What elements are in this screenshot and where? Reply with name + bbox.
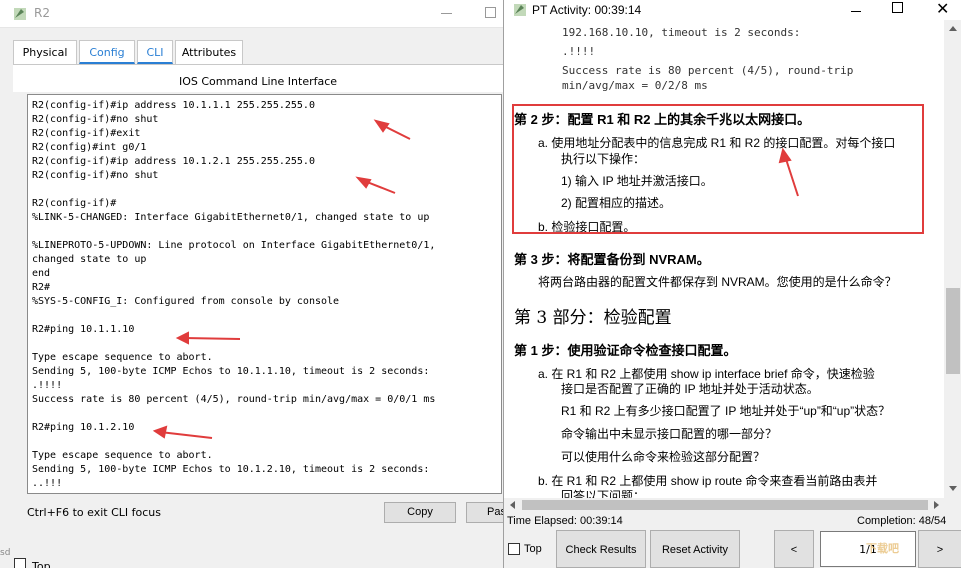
cli-line: R2(config-if)#ip address 10.1.2.1 255.25…	[32, 156, 315, 167]
cli-focus-hint: Ctrl+F6 to exit CLI focus	[27, 506, 162, 519]
tab-cli[interactable]: CLI	[137, 40, 173, 64]
scroll-thumb[interactable]	[946, 288, 960, 374]
cli-line: R2#ping 10.1.1.10	[32, 324, 135, 335]
cli-line: R2#ping 10.1.2.10	[32, 422, 135, 433]
cli-line: R2(config)#int g0/1	[32, 142, 147, 153]
cli-line: %LINK-5-CHANGED: Interface GigabitEthern…	[32, 212, 430, 223]
step3-heading: 第 3 步：将配置备份到 NVRAM。	[514, 252, 710, 267]
part3-item-a-cont: 接口是否配置了正确的 IP 地址并处于活动状态。	[561, 382, 819, 396]
check-results-button[interactable]: Check Results	[556, 530, 646, 568]
minimize-icon[interactable]	[851, 11, 861, 12]
cli-line: Sending 5, 100-byte ICMP Echos to 10.1.1…	[32, 366, 430, 377]
r2-tab-bar: Physical Config CLI Attributes	[13, 40, 503, 64]
watermark: 下载吧	[866, 542, 899, 555]
cli-line: changed state to up	[32, 254, 147, 265]
desktop: R2 Physical Config CLI Attributes IOS Co…	[0, 0, 961, 568]
top-checkbox[interactable]	[508, 543, 520, 555]
part3-question-2: 命令输出中未显示接口配置的哪一部分？	[561, 427, 778, 441]
cli-line: R2(config-if)#	[32, 198, 117, 209]
cli-line	[32, 183, 435, 197]
pt-window-title: PT Activity: 00:39:14	[532, 3, 642, 17]
cli-line: R2(config-if)#no shut	[32, 114, 159, 125]
reset-activity-button[interactable]: Reset Activity	[650, 530, 740, 568]
minimize-icon[interactable]	[441, 13, 452, 14]
cli-terminal[interactable]: R2(config-if)#ip address 10.1.1.1 255.25…	[27, 94, 502, 494]
top-checkbox-label: Top	[32, 560, 51, 568]
step3-body: 将两台路由器的配置文件都保存到 NVRAM。您使用的是什么命令？	[538, 275, 897, 289]
cli-line: Type escape sequence to abort.	[32, 352, 213, 363]
part3-step1-heading: 第 1 步：使用验证命令检查接口配置。	[514, 343, 737, 358]
packet-tracer-icon	[514, 4, 526, 16]
tab-config[interactable]: Config	[79, 40, 135, 64]
edge-text: sd	[0, 548, 11, 558]
part3-question-1: R1 和 R2 上有多少接口配置了 IP 地址并处于“up”和“up”状态？	[561, 404, 891, 418]
completion-status: Completion: 48/54	[857, 515, 947, 527]
part3-question-3: 可以使用什么命令来检验这部分配置？	[561, 450, 766, 464]
cli-line	[32, 337, 435, 351]
part3-item-b-cont: 回答以下问题：	[561, 489, 646, 498]
previous-page-button[interactable]: <	[774, 530, 814, 568]
scroll-up-icon[interactable]	[949, 26, 957, 31]
part3-heading: 第 3 部分：检验配置	[514, 308, 672, 328]
time-elapsed: Time Elapsed: 00:39:14	[507, 515, 623, 527]
tab-physical[interactable]: Physical	[13, 40, 77, 64]
cli-line: Type escape sequence to abort.	[32, 450, 213, 461]
highlight-box	[512, 104, 924, 234]
close-icon[interactable]: ✕	[936, 0, 949, 18]
cli-output: R2(config-if)#ip address 10.1.1.1 255.25…	[32, 99, 435, 491]
r2-title-bar[interactable]: R2	[0, 0, 505, 28]
maximize-icon[interactable]	[485, 7, 496, 18]
scroll-down-icon[interactable]	[949, 486, 957, 491]
paste-button[interactable]: Paste	[466, 502, 506, 523]
scroll-left-icon[interactable]	[510, 501, 515, 509]
status-bar: Time Elapsed: 00:39:14 Completion: 48/54	[504, 512, 961, 530]
next-page-button[interactable]: >	[918, 530, 961, 568]
instructions-pane[interactable]: 192.168.10.10, timeout is 2 seconds: .!!…	[504, 20, 944, 498]
pt-title-bar[interactable]: PT Activity: 00:39:14 ✕	[504, 0, 961, 20]
cli-line: Success rate is 80 percent (4/5), round-…	[32, 394, 436, 405]
cli-line	[32, 435, 435, 449]
top-checkbox[interactable]	[14, 558, 26, 568]
cli-line: Sending 5, 100-byte ICMP Echos to 10.1.2…	[32, 464, 430, 475]
router-icon	[14, 8, 26, 20]
output-line: min/avg/max = 0/2/8 ms	[562, 79, 708, 92]
output-line: Success rate is 80 percent (4/5), round-…	[562, 64, 854, 77]
cli-line: .!!!!	[32, 380, 63, 391]
cli-line	[32, 309, 435, 323]
cli-line: %LINEPROTO-5-UPDOWN: Line protocol on In…	[32, 240, 436, 251]
cli-line	[32, 225, 435, 239]
output-line: .!!!!	[562, 45, 596, 58]
r2-window-title: R2	[34, 6, 50, 20]
tab-attributes[interactable]: Attributes	[175, 40, 243, 64]
pt-activity-window: PT Activity: 00:39:14 ✕ 192.168.10.10, t…	[503, 0, 961, 568]
cli-line: ..!!!	[32, 478, 63, 489]
cli-line: R2(config-if)#ip address 10.1.1.1 255.25…	[32, 100, 315, 111]
cli-panel-header: IOS Command Line Interface	[13, 64, 503, 92]
scroll-thumb[interactable]	[522, 500, 928, 510]
cli-line	[32, 407, 435, 421]
cli-line: R2(config-if)#no shut	[32, 170, 159, 181]
cli-line: %SYS-5-CONFIG_I: Configured from console…	[32, 296, 340, 307]
horizontal-scrollbar[interactable]	[504, 498, 944, 512]
vertical-scrollbar[interactable]	[944, 20, 961, 498]
output-line: 192.168.10.10, timeout is 2 seconds:	[562, 26, 801, 39]
cli-header-label: IOS Command Line Interface	[178, 75, 338, 88]
cli-line: R2#	[32, 282, 51, 293]
maximize-icon[interactable]	[892, 2, 903, 13]
scroll-right-icon[interactable]	[934, 501, 939, 509]
copy-button[interactable]: Copy	[384, 502, 456, 523]
cli-line: end	[32, 268, 51, 279]
cli-line: R2(config-if)#exit	[32, 128, 141, 139]
top-checkbox-label: Top	[524, 543, 542, 555]
r2-window: R2 Physical Config CLI Attributes IOS Co…	[0, 0, 506, 568]
